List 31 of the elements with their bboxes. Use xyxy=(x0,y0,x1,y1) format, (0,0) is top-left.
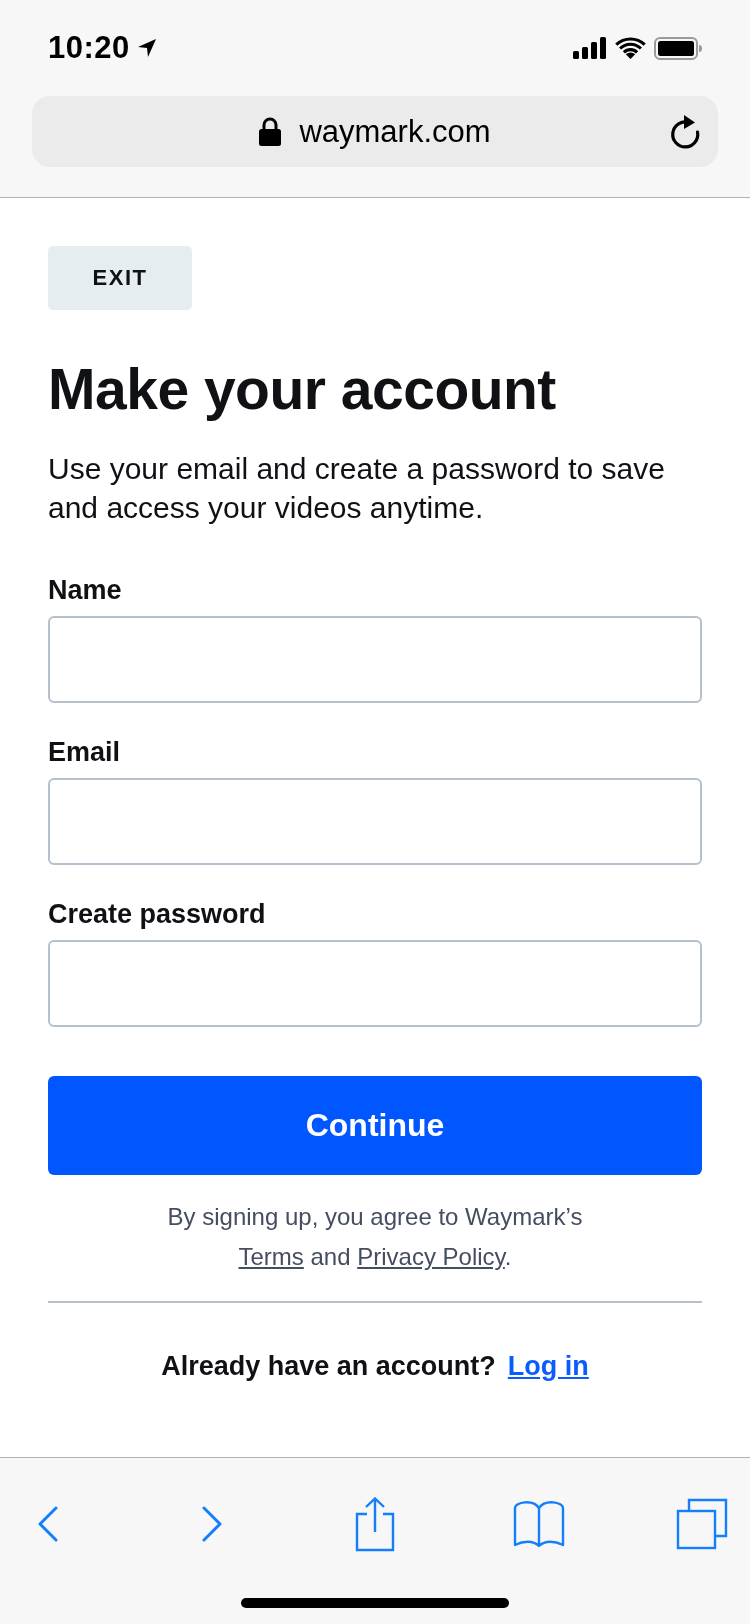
lock-icon xyxy=(259,117,282,146)
text-field[interactable] xyxy=(48,616,702,703)
field-label: Name xyxy=(48,574,123,607)
reload-icon xyxy=(669,115,701,149)
back-chevron-icon xyxy=(38,1506,58,1542)
tabs-icon xyxy=(676,1498,728,1550)
text-field[interactable] xyxy=(48,940,702,1027)
field-label: Create password xyxy=(48,898,267,931)
share-icon xyxy=(355,1496,395,1552)
login-link[interactable]: Log in xyxy=(507,1351,589,1382)
status-time: 10:20 xyxy=(48,30,130,66)
reload-button[interactable] xyxy=(668,114,702,150)
wifi-icon xyxy=(615,37,646,59)
tabs-button[interactable] xyxy=(676,1496,728,1552)
location-arrow-icon xyxy=(137,39,156,57)
exit-button[interactable]: EXIT xyxy=(48,246,192,310)
description-text: Use your email and create a password to save and access your videos anytime. xyxy=(48,451,666,526)
terms-link[interactable]: Terms xyxy=(238,1243,304,1270)
text-field[interactable] xyxy=(48,778,702,865)
page-title: Make your account xyxy=(48,356,557,423)
open-book-icon xyxy=(512,1500,565,1548)
legal-text: By signing up, you agree to Waymark’s Terms and Privacy Policy. xyxy=(166,1202,584,1272)
address-bar[interactable]: waymark.com xyxy=(32,96,718,167)
privacy-policy-link[interactable]: Privacy Policy xyxy=(357,1243,505,1270)
battery-icon xyxy=(654,36,702,60)
continue-button[interactable]: Continue xyxy=(48,1076,702,1175)
forward-chevron-icon xyxy=(201,1506,222,1542)
url-text: waymark.com xyxy=(299,113,491,150)
login-prompt: Already have an account? xyxy=(161,1351,496,1382)
signal-icon xyxy=(573,37,607,59)
field-label: Email xyxy=(48,736,122,769)
